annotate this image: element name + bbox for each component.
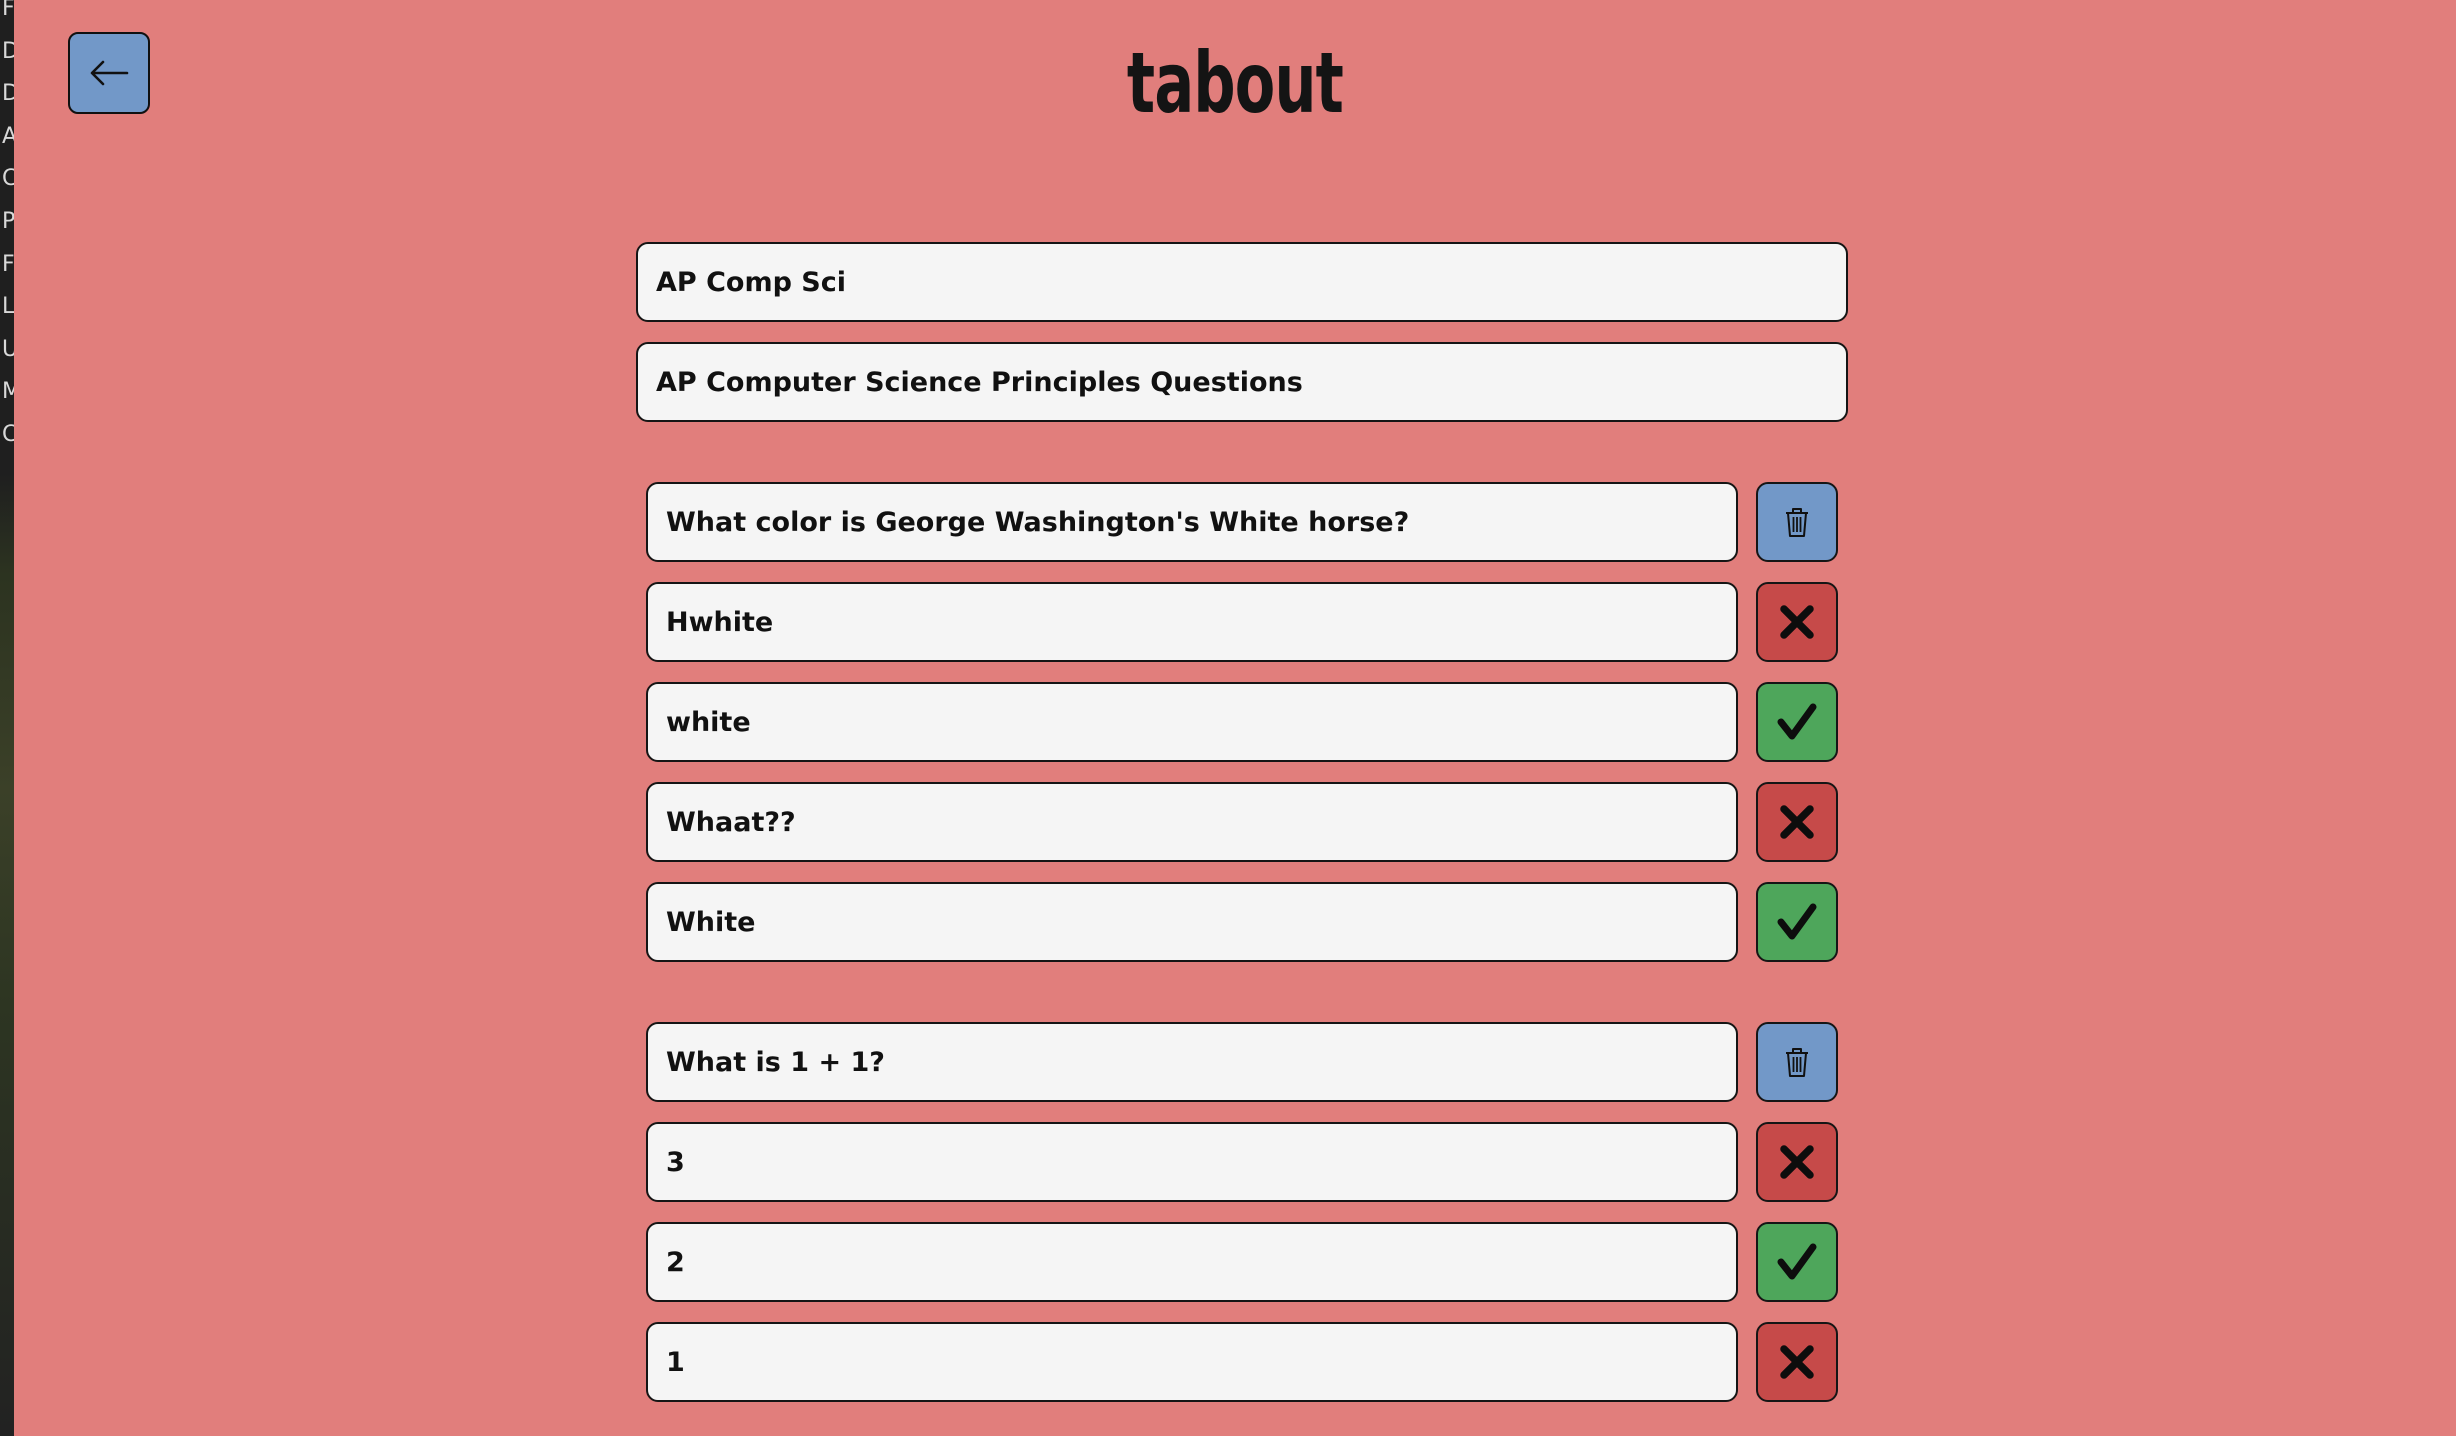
- edge-letter: F: [2, 0, 14, 21]
- answer-input[interactable]: 2: [646, 1222, 1738, 1302]
- edge-letter: D: [2, 38, 14, 64]
- mark-incorrect-toggle[interactable]: [1756, 1122, 1838, 1202]
- edge-letter: U: [2, 336, 14, 362]
- course-name-input[interactable]: AP Comp Sci: [636, 242, 1848, 322]
- mark-incorrect-toggle[interactable]: [1756, 582, 1838, 662]
- edge-letter: P: [2, 208, 14, 234]
- mark-incorrect-toggle[interactable]: [1756, 1322, 1838, 1402]
- answer-input[interactable]: white: [646, 682, 1738, 762]
- back-button[interactable]: [68, 32, 150, 114]
- check-mark-icon: [1777, 903, 1817, 940]
- edge-letter: L: [2, 294, 14, 320]
- question-input[interactable]: What color is George Washington's White …: [646, 482, 1738, 562]
- app-title: tabout: [1126, 34, 1344, 132]
- check-mark-icon: [1777, 703, 1817, 740]
- x-mark-icon: [1780, 1345, 1814, 1379]
- answer-input[interactable]: Whaat??: [646, 782, 1738, 862]
- question-input[interactable]: What is 1 + 1?: [646, 1022, 1738, 1102]
- mark-correct-toggle[interactable]: [1756, 682, 1838, 762]
- editor-page: tabout AP Comp Sci AP Computer Science P…: [14, 0, 2456, 1436]
- x-mark-icon: [1780, 605, 1814, 639]
- background-window-edge: F D D A C P F L U M C: [0, 0, 14, 1436]
- edge-letters: F D D A C P F L U M C: [0, 0, 14, 457]
- set-title-input[interactable]: AP Computer Science Principles Questions: [636, 342, 1848, 422]
- x-mark-icon: [1780, 1145, 1814, 1179]
- edge-letter: A: [2, 123, 14, 149]
- delete-question-button[interactable]: [1756, 1022, 1838, 1102]
- mark-correct-toggle[interactable]: [1756, 882, 1838, 962]
- trash-icon: [1786, 508, 1808, 537]
- trash-icon: [1786, 1048, 1808, 1077]
- check-mark-icon: [1777, 1243, 1817, 1280]
- edge-letter: C: [2, 421, 14, 447]
- edge-letter: F: [2, 251, 14, 277]
- mark-correct-toggle[interactable]: [1756, 1222, 1838, 1302]
- edge-letter: D: [2, 81, 14, 107]
- answer-input[interactable]: 3: [646, 1122, 1738, 1202]
- delete-question-button[interactable]: [1756, 482, 1838, 562]
- mark-incorrect-toggle[interactable]: [1756, 782, 1838, 862]
- edge-letter: C: [2, 166, 14, 192]
- answer-input[interactable]: 1: [646, 1322, 1738, 1402]
- edge-letter: M: [2, 379, 14, 405]
- answer-input[interactable]: White: [646, 882, 1738, 962]
- answer-input[interactable]: Hwhite: [646, 582, 1738, 662]
- arrow-left-icon: [90, 60, 129, 86]
- x-mark-icon: [1780, 805, 1814, 839]
